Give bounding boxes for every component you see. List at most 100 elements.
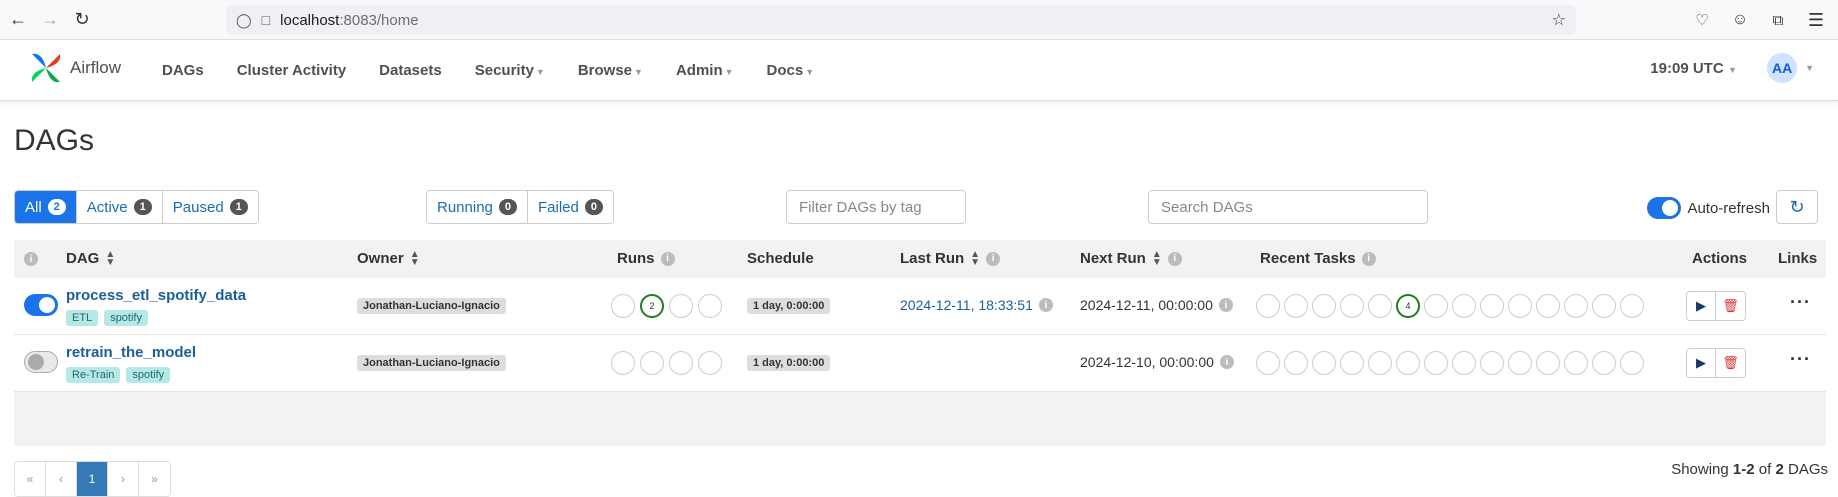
run-state-circle[interactable] <box>669 294 693 318</box>
tag-filter-input[interactable]: Filter DAGs by tag <box>786 190 966 224</box>
pocket-icon[interactable]: ♡ <box>1686 4 1718 36</box>
owner-badge[interactable]: Jonathan-Luciano-Ignacio <box>357 298 506 314</box>
airflow-logo[interactable]: Airflow <box>28 50 121 86</box>
forward-icon[interactable]: → <box>34 4 66 36</box>
search-input[interactable]: Search DAGs <box>1148 190 1428 224</box>
task-state-circle[interactable] <box>1508 351 1532 375</box>
task-state-circle[interactable] <box>1508 294 1532 318</box>
delete-dag-button[interactable]: 🗑 <box>1716 348 1746 378</box>
task-state-circle[interactable] <box>1536 294 1560 318</box>
task-state-circle[interactable] <box>1592 351 1616 375</box>
url-bar[interactable]: ◯ □ localhost:8083/home ☆ <box>226 5 1576 35</box>
links-menu-icon[interactable]: ··· <box>1790 292 1811 313</box>
task-state-circle[interactable] <box>1620 351 1644 375</box>
dag-tag[interactable]: ETL <box>66 310 99 326</box>
user-menu[interactable]: AA ▼ <box>1767 53 1814 83</box>
menu-cluster-activity[interactable]: Cluster Activity <box>237 62 346 79</box>
task-state-circle[interactable] <box>1564 351 1588 375</box>
account-icon[interactable]: ☺ <box>1724 4 1756 36</box>
task-state-circle[interactable] <box>1452 294 1476 318</box>
run-state-circle[interactable] <box>669 351 693 375</box>
run-state-circle[interactable]: 2 <box>640 294 664 318</box>
task-state-circle[interactable] <box>1368 294 1392 318</box>
task-state-circle[interactable] <box>1312 294 1336 318</box>
run-state-circle[interactable] <box>698 294 722 318</box>
schedule-badge[interactable]: 1 day, 0:00:00 <box>747 355 831 371</box>
run-state-circle[interactable] <box>640 351 664 375</box>
run-state-circle[interactable] <box>611 294 635 318</box>
filter-failed-button[interactable]: Failed 0 <box>528 191 613 223</box>
first-page-button[interactable]: « <box>15 462 46 496</box>
filter-active-button[interactable]: Active 1 <box>76 191 163 223</box>
owner-badge[interactable]: Jonathan-Luciano-Ignacio <box>357 355 506 371</box>
dag-active-toggle[interactable] <box>24 294 58 316</box>
dag-tag[interactable]: spotify <box>104 310 148 326</box>
refresh-button[interactable]: ↻ <box>1776 190 1818 224</box>
header-last-run[interactable]: Last Run ▲ ▼ i <box>900 249 1001 267</box>
task-state-circle[interactable] <box>1340 294 1364 318</box>
reload-icon[interactable]: ↻ <box>66 4 98 36</box>
task-state-circle[interactable] <box>1592 294 1616 318</box>
showing-of: of <box>1754 461 1776 478</box>
task-state-circle[interactable] <box>1424 351 1448 375</box>
back-icon[interactable]: ← <box>2 4 34 36</box>
links-menu-icon[interactable]: ··· <box>1790 349 1811 370</box>
menu-icon[interactable]: ☰ <box>1800 4 1832 36</box>
menu-datasets[interactable]: Datasets <box>379 62 442 79</box>
search-placeholder: Search DAGs <box>1161 198 1253 216</box>
menu-docs[interactable]: Docs ▼ <box>767 62 815 79</box>
header-owner[interactable]: Owner ▲ ▼ <box>357 249 420 267</box>
task-state-circle[interactable]: 4 <box>1396 294 1420 318</box>
dag-active-toggle[interactable] <box>24 351 58 373</box>
task-state-circle[interactable] <box>1396 351 1420 375</box>
filter-paused-button[interactable]: Paused 1 <box>162 191 258 223</box>
menu-browse[interactable]: Browse ▼ <box>578 62 643 79</box>
dag-cell: process_etl_spotify_data ETL spotify <box>66 287 246 326</box>
trigger-dag-button[interactable]: ▶ <box>1686 348 1716 378</box>
task-state-circle[interactable] <box>1368 351 1392 375</box>
showing-total: 2 <box>1775 461 1784 478</box>
menu-security[interactable]: Security ▼ <box>475 62 545 79</box>
bookmark-star-icon[interactable]: ☆ <box>1552 10 1566 30</box>
info-icon: i <box>1361 251 1376 266</box>
auto-refresh-control[interactable]: Auto-refresh <box>1647 197 1770 219</box>
task-state-circle[interactable] <box>1312 351 1336 375</box>
last-page-button[interactable]: » <box>139 462 170 496</box>
task-state-circle[interactable] <box>1424 294 1448 318</box>
task-state-circle[interactable] <box>1452 351 1476 375</box>
task-state-circle[interactable] <box>1256 294 1280 318</box>
menu-dags[interactable]: DAGs <box>162 62 204 79</box>
task-state-circle[interactable] <box>1620 294 1644 318</box>
menu-admin[interactable]: Admin ▼ <box>676 62 734 79</box>
header-next-run[interactable]: Next Run ▲ ▼ i <box>1080 249 1182 267</box>
filter-running-button[interactable]: Running 0 <box>427 191 529 223</box>
menu-label: Browse <box>577 62 633 79</box>
auto-refresh-toggle[interactable] <box>1647 197 1682 219</box>
extensions-icon[interactable]: ⧉ <box>1762 4 1794 36</box>
run-state-circle[interactable] <box>611 351 635 375</box>
dag-tag[interactable]: spotify <box>126 367 171 383</box>
task-state-circle[interactable] <box>1536 351 1560 375</box>
task-state-circle[interactable] <box>1480 351 1504 375</box>
last-run-link[interactable]: 2024-12-11, 18:33:51 <box>900 297 1033 313</box>
header-dag[interactable]: DAG ▲ ▼ <box>66 249 115 267</box>
schedule-badge[interactable]: 1 day, 0:00:00 <box>747 298 831 314</box>
next-page-button[interactable]: › <box>108 462 139 496</box>
current-page-button[interactable]: 1 <box>77 462 108 496</box>
task-state-circle[interactable] <box>1256 351 1280 375</box>
task-state-circle[interactable] <box>1564 294 1588 318</box>
filter-all-button[interactable]: All 2 <box>15 191 77 223</box>
dag-link[interactable]: retrain_the_model <box>66 344 196 361</box>
utc-clock[interactable]: 19:09 UTC ▼ <box>1650 60 1737 77</box>
table-row: retrain_the_model Re-Train spotify Jonath… <box>14 335 1826 392</box>
task-state-circle[interactable] <box>1480 294 1504 318</box>
dag-tag[interactable]: Re-Train <box>66 367 121 383</box>
dag-link[interactable]: process_etl_spotify_data <box>66 287 246 304</box>
task-state-circle[interactable] <box>1340 351 1364 375</box>
prev-page-button[interactable]: ‹ <box>46 462 77 496</box>
task-state-circle[interactable] <box>1284 351 1308 375</box>
run-state-circle[interactable] <box>698 351 722 375</box>
task-state-circle[interactable] <box>1284 294 1308 318</box>
trigger-dag-button[interactable]: ▶ <box>1686 291 1716 321</box>
delete-dag-button[interactable]: 🗑 <box>1716 291 1746 321</box>
